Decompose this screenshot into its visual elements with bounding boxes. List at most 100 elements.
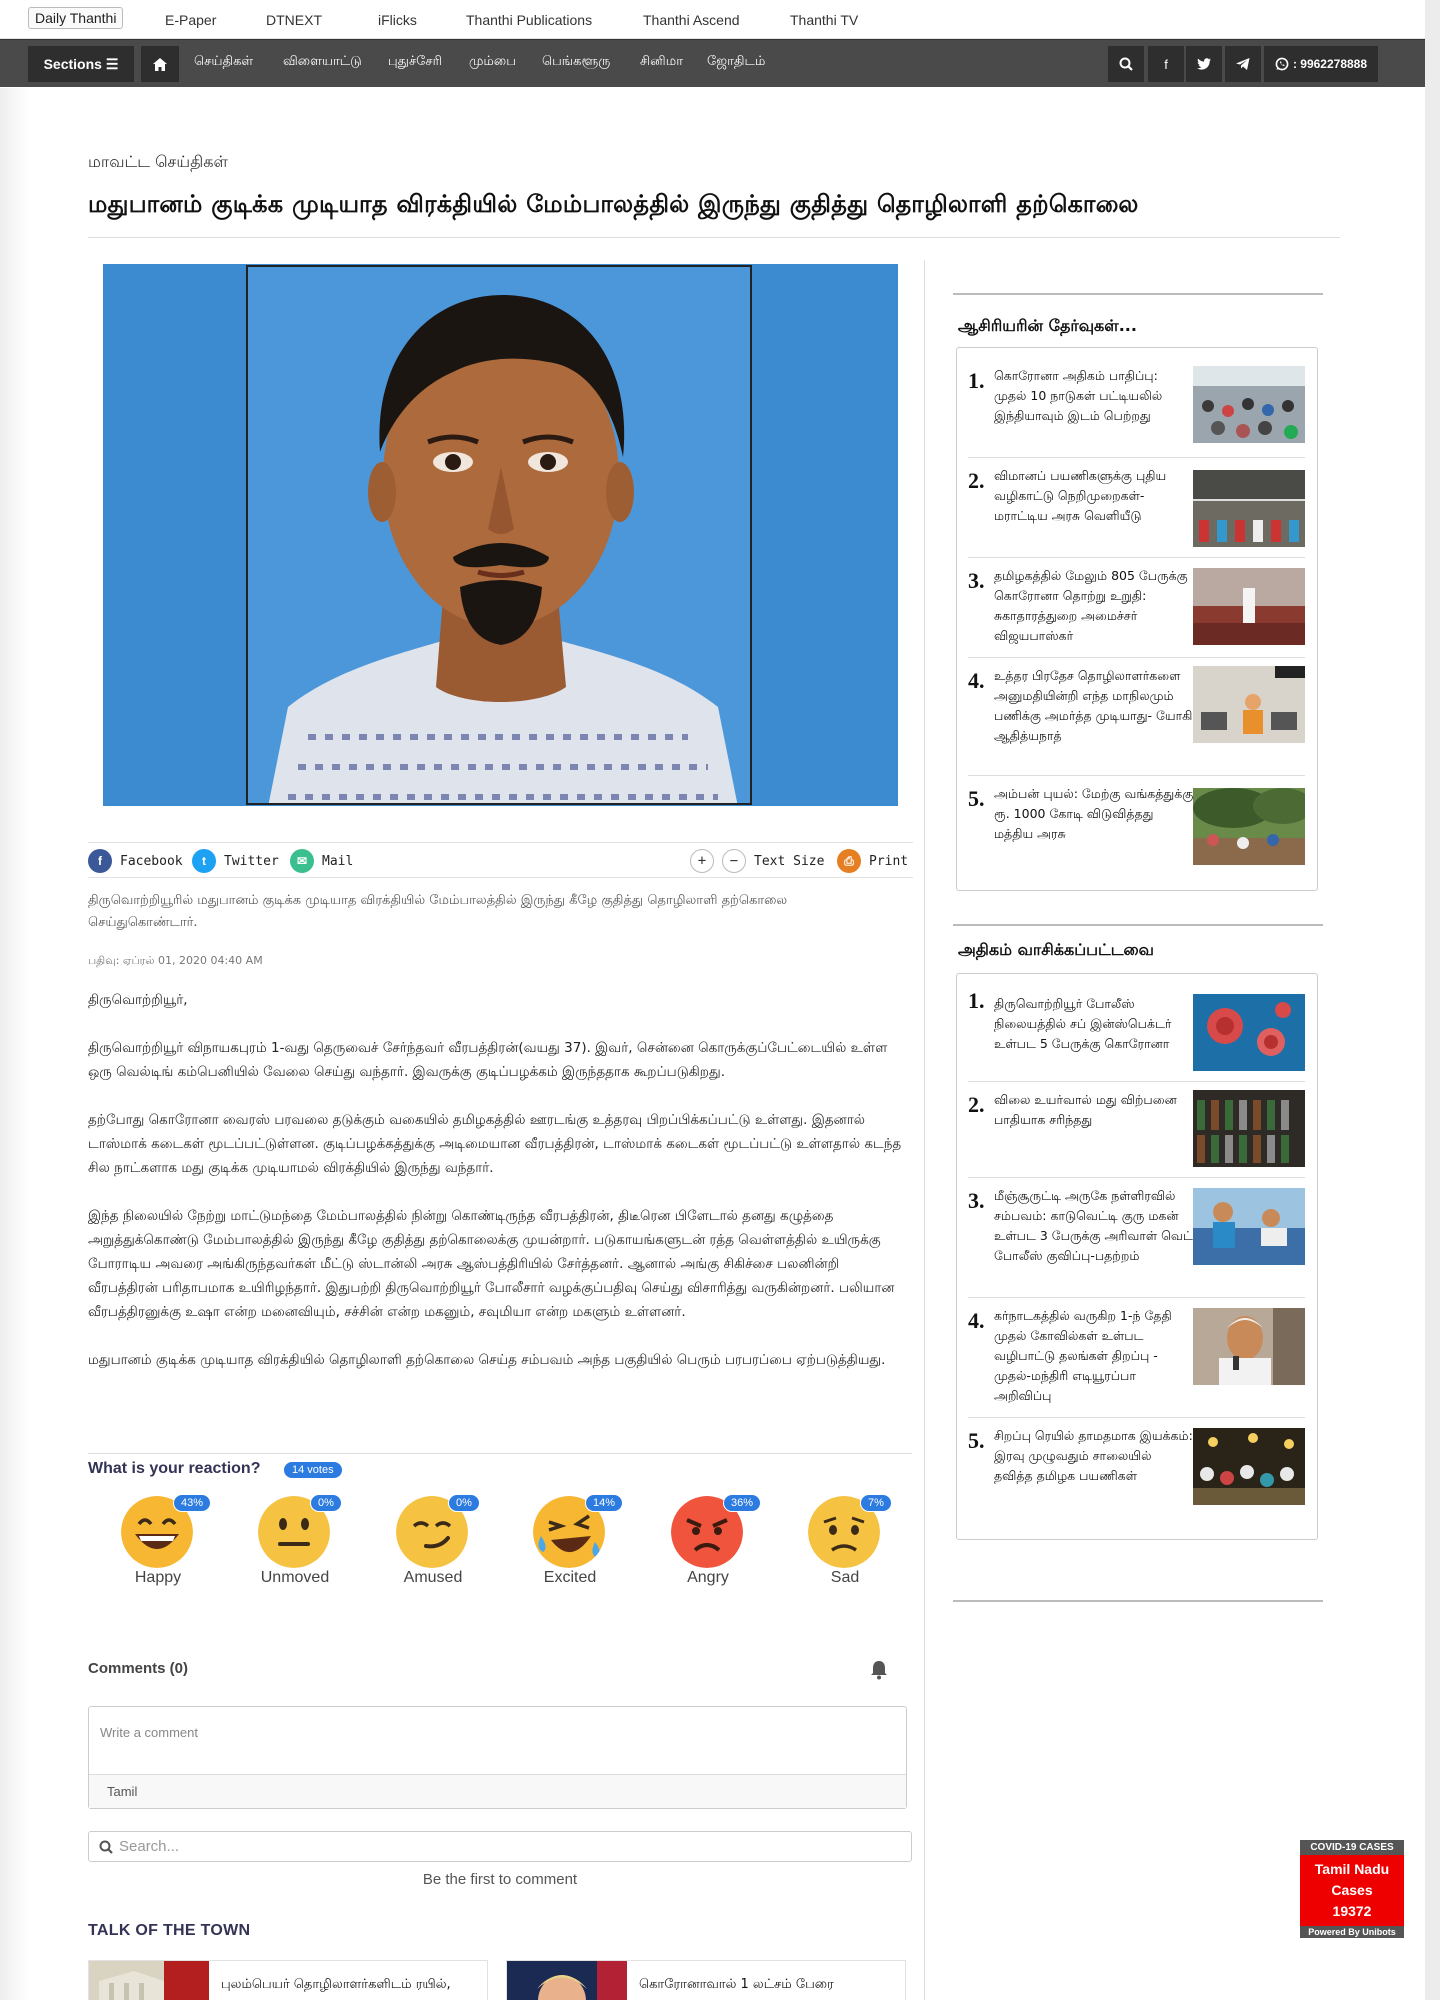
text-size-controls: + − Text Size [690, 849, 824, 873]
editors-pick-item[interactable]: 3. தமிழகத்தில் மேலும் 805 பேருக்கு கொரோன… [968, 558, 1305, 658]
article-paragraph: மதுபானம் குடிக்க முடியாத விரக்தியில் தொழ… [88, 1352, 886, 1368]
talk-card[interactable]: கொரோனாவால் 1 லட்சம் பேரை [506, 1960, 906, 2000]
search-button[interactable] [1108, 46, 1144, 82]
most-read-item[interactable]: 3. மீஞ்சூருட்டி அருகே நள்ளிரவில் சம்பவம்… [968, 1178, 1305, 1298]
covid-cases-label: Cases [1331, 1882, 1373, 1898]
share-twitter[interactable]: t Twitter [192, 849, 279, 873]
item-thumbnail [1193, 994, 1305, 1071]
comment-placeholder: Write a comment [100, 1725, 199, 1740]
link-dtnext[interactable]: DTNEXT [266, 12, 322, 28]
share-facebook-label: Facebook [120, 853, 183, 869]
facebook-icon: f [88, 849, 112, 873]
most-read-item[interactable]: 1. திருவொற்றியூர் போலீஸ் நிலையத்தில் சப்… [968, 986, 1305, 1082]
nav-astrology[interactable]: ஜோதிடம் [707, 54, 765, 70]
article-body: திருவொற்றியூர், திருவொற்றியூர் விநாயகபுர… [88, 988, 913, 1396]
editors-pick-item[interactable]: 4. உத்தர பிரதேச தொழிலாளர்களை அனுமதியின்ற… [968, 658, 1305, 776]
article-paragraph: தற்போது கொரோனா வைரஸ் பரவலை தடுக்கும் வகை… [88, 1112, 902, 1176]
reaction-label: Unmoved [260, 1569, 330, 1586]
item-number: 2. [968, 1092, 985, 1117]
empty-comments-message: Be the first to comment [422, 1871, 578, 1888]
print-button[interactable]: ⎙ Print [837, 849, 908, 873]
comment-language-selector[interactable]: Tamil [89, 1774, 906, 1808]
nav-news[interactable]: செய்திகள் [194, 54, 253, 70]
item-number: 2. [968, 468, 985, 493]
covid-cases-widget[interactable]: COVID-19 CASES Tamil Nadu Cases 19372 Po… [1300, 1840, 1404, 1938]
whatsapp-phone-button[interactable]: : 9962278888 [1264, 46, 1378, 82]
nav-sports[interactable]: விளையாட்டு [283, 54, 362, 70]
nav-cinema[interactable]: சினிமா [640, 54, 683, 70]
talk-thumbnail [507, 1961, 627, 2000]
item-thumbnail [1193, 568, 1305, 645]
item-number: 1. [968, 988, 985, 1013]
reaction-label: Happy [134, 1569, 182, 1586]
talk-of-town-title: TALK OF THE TOWN [88, 1922, 251, 1939]
most-read-item[interactable]: 5. சிறப்பு ரெயில் தாமதமாக இயக்கம்: இரவு … [968, 1418, 1305, 1522]
article-paragraph: திருவொற்றியூர், [88, 992, 188, 1008]
text-decrease-button[interactable]: − [722, 849, 746, 873]
nav-mumbai[interactable]: மும்பை [469, 54, 516, 70]
home-button[interactable] [141, 46, 179, 82]
left-shade [0, 88, 30, 2000]
article-headline: மதுபானம் குடிக்க முடியாத விரக்தியில் மேம… [88, 190, 1139, 218]
comments-search-input[interactable]: Search... [88, 1831, 912, 1862]
comments-title: Comments (0) [88, 1660, 189, 1677]
reaction-amused[interactable]: 0% Amused [378, 1494, 488, 1596]
share-mail-label: Mail [322, 853, 354, 869]
twitter-button[interactable] [1186, 46, 1222, 82]
brand-daily-thanthi[interactable]: Daily Thanthi [28, 7, 124, 29]
text-increase-button[interactable]: + [690, 849, 714, 873]
editors-pick-item[interactable]: 5. அம்பன் புயல்: மேற்கு வங்கத்துக்கு ரூ.… [968, 776, 1305, 872]
editors-picks-title: ஆசிரியரின் தேர்வுகள்... [958, 316, 1137, 335]
editors-pick-item[interactable]: 1. கொரோனா அதிகம் பாதிப்பு: முதல் 10 நாடு… [968, 366, 1305, 458]
facebook-icon: f [1164, 56, 1168, 72]
divider [88, 1453, 912, 1454]
editors-pick-item[interactable]: 2. விமானப் பயணிகளுக்கு புதிய வழிகாட்டு ந… [968, 458, 1305, 558]
reaction-sad[interactable]: 7% Sad [790, 1494, 900, 1596]
reaction-happy[interactable]: 43% Happy [103, 1494, 213, 1596]
reaction-excited[interactable]: 14% Excited [515, 1494, 625, 1596]
comment-input[interactable]: Write a comment Tamil [88, 1706, 907, 1809]
share-facebook[interactable]: f Facebook [88, 849, 183, 873]
twitter-icon: t [192, 849, 216, 873]
item-number: 4. [968, 1308, 985, 1333]
most-read-item[interactable]: 2. விலை உயர்வால் மது விற்பனை பாதியாக சரி… [968, 1082, 1305, 1178]
facebook-button[interactable]: f [1148, 46, 1184, 82]
item-number: 3. [968, 1188, 985, 1213]
reaction-percent: 36% [723, 1494, 762, 1512]
talk-card[interactable]: புலம்பெயர் தொழிலாளர்களிடம் ரயில், [88, 1960, 488, 2000]
reaction-percent: 14% [585, 1494, 624, 1512]
reaction-unmoved[interactable]: 0% Unmoved [240, 1494, 350, 1596]
link-thanthi-ascend[interactable]: Thanthi Ascend [643, 12, 740, 28]
item-headline: விமானப் பயணிகளுக்கு புதிய வழிகாட்டு நெறி… [994, 468, 1167, 523]
column-divider [924, 260, 925, 2000]
portrait-frame [246, 265, 752, 805]
link-thanthi-tv[interactable]: Thanthi TV [790, 12, 858, 28]
notification-bell-button[interactable] [870, 1660, 888, 1684]
share-mail[interactable]: ✉ Mail [290, 849, 353, 873]
item-headline: உத்தர பிரதேச தொழிலாளர்களை அனுமதியின்றி எ… [994, 668, 1193, 743]
article-summary: திருவொற்றியூரில் மதுபானம் குடிக்க முடியா… [88, 893, 788, 930]
article-paragraph: திருவொற்றியூர் விநாயகபுரம் 1-வது தெருவைச… [88, 1040, 888, 1080]
link-thanthi-publications[interactable]: Thanthi Publications [466, 12, 592, 28]
divider [88, 237, 1340, 238]
link-iflicks[interactable]: iFlicks [378, 12, 417, 28]
sections-menu-button[interactable]: Sections ☰ [28, 46, 134, 82]
reaction-angry[interactable]: 36% Angry [653, 1494, 763, 1596]
telegram-button[interactable] [1225, 46, 1261, 82]
item-thumbnail [1193, 1308, 1305, 1385]
text-size-label: Text Size [754, 853, 825, 869]
item-thumbnail [1193, 666, 1305, 743]
article-category[interactable]: மாவட்ட செய்திகள் [88, 152, 228, 173]
whatsapp-icon [1275, 57, 1289, 71]
item-headline: கர்நாடகத்தில் வருகிற 1-ந் தேதி முதல் கோவ… [994, 1308, 1172, 1403]
item-headline: விலை உயர்வால் மது விற்பனை பாதியாக சரிந்த… [994, 1092, 1177, 1127]
nav-puducherry[interactable]: புதுச்சேரி [388, 54, 442, 70]
nav-bengaluru[interactable]: பெங்களூரு [542, 54, 610, 70]
item-thumbnail [1193, 1428, 1305, 1505]
article-photo [103, 264, 898, 806]
search-placeholder: Search... [119, 1838, 180, 1855]
link-epaper[interactable]: E-Paper [165, 12, 216, 28]
talk-headline: புலம்பெயர் தொழிலாளர்களிடம் ரயில், [221, 1977, 451, 1992]
twitter-icon [1197, 58, 1211, 70]
most-read-item[interactable]: 4. கர்நாடகத்தில் வருகிற 1-ந் தேதி முதல் … [968, 1298, 1305, 1418]
